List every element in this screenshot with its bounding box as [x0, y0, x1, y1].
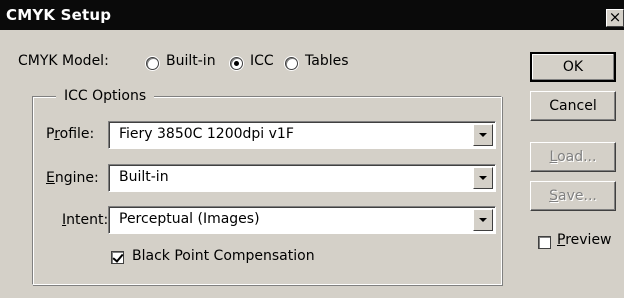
engine-value: Built-in — [119, 169, 169, 185]
chevron-down-icon[interactable] — [473, 124, 493, 146]
black-point-checkbox[interactable] — [111, 251, 124, 264]
load-button[interactable]: Load... — [530, 142, 616, 172]
close-icon: × — [608, 8, 622, 26]
ok-button[interactable]: OK — [530, 52, 616, 82]
profile-select[interactable]: Fiery 3850C 1200dpi v1F — [108, 121, 496, 149]
save-button[interactable]: Save... — [530, 181, 616, 211]
intent-label: Intent: — [62, 212, 109, 228]
cmyk-model-label: CMYK Model: — [18, 53, 109, 69]
profile-value: Fiery 3850C 1200dpi v1F — [119, 126, 294, 142]
engine-select[interactable]: Built-in — [108, 164, 496, 192]
title-bar: CMYK Setup × — [0, 0, 624, 30]
intent-select[interactable]: Perceptual (Images) — [108, 206, 496, 234]
close-button[interactable]: × — [606, 8, 624, 27]
chevron-down-icon[interactable] — [473, 167, 493, 189]
radio-tables-label[interactable]: Tables — [305, 53, 349, 69]
radio-icc-label[interactable]: ICC — [250, 53, 274, 69]
radio-icc[interactable] — [230, 57, 243, 70]
engine-label: Engine: — [46, 170, 99, 186]
radio-builtin[interactable] — [146, 57, 159, 70]
icc-options-legend: ICC Options — [56, 88, 155, 104]
chevron-down-icon[interactable] — [473, 209, 493, 231]
preview-label[interactable]: Preview — [557, 232, 612, 248]
radio-builtin-label[interactable]: Built-in — [166, 53, 216, 69]
radio-tables[interactable] — [285, 57, 298, 70]
intent-value: Perceptual (Images) — [119, 211, 260, 227]
preview-checkbox[interactable] — [538, 236, 551, 249]
cmyk-setup-dialog: CMYK Setup × CMYK Model: Built-in ICC Ta… — [0, 0, 624, 298]
cancel-button[interactable]: Cancel — [530, 91, 616, 121]
profile-label: Profile: — [46, 126, 95, 142]
black-point-label[interactable]: Black Point Compensation — [132, 248, 315, 264]
window-title: CMYK Setup — [6, 6, 112, 24]
